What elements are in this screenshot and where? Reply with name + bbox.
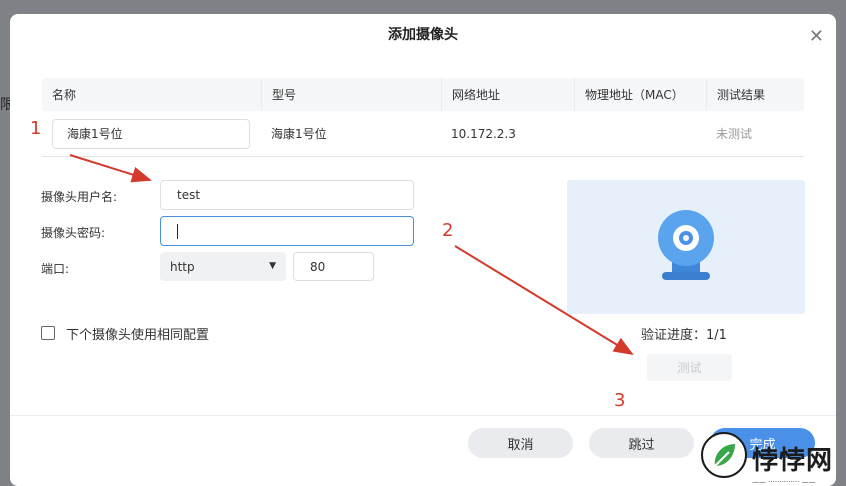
annotation-3: 3 — [614, 390, 626, 411]
arrow-1 — [69, 154, 152, 183]
watermark-logo — [701, 432, 747, 478]
annotation-arrows — [69, 154, 634, 356]
annotation-2: 2 — [442, 220, 454, 241]
leaf-icon — [714, 444, 735, 467]
watermark-subtext: —— ·············· —— — [752, 478, 816, 486]
arrow-2 — [454, 245, 634, 356]
watermark-text: 悖悖网 — [752, 446, 834, 476]
annotation-1: 1 — [30, 118, 42, 139]
